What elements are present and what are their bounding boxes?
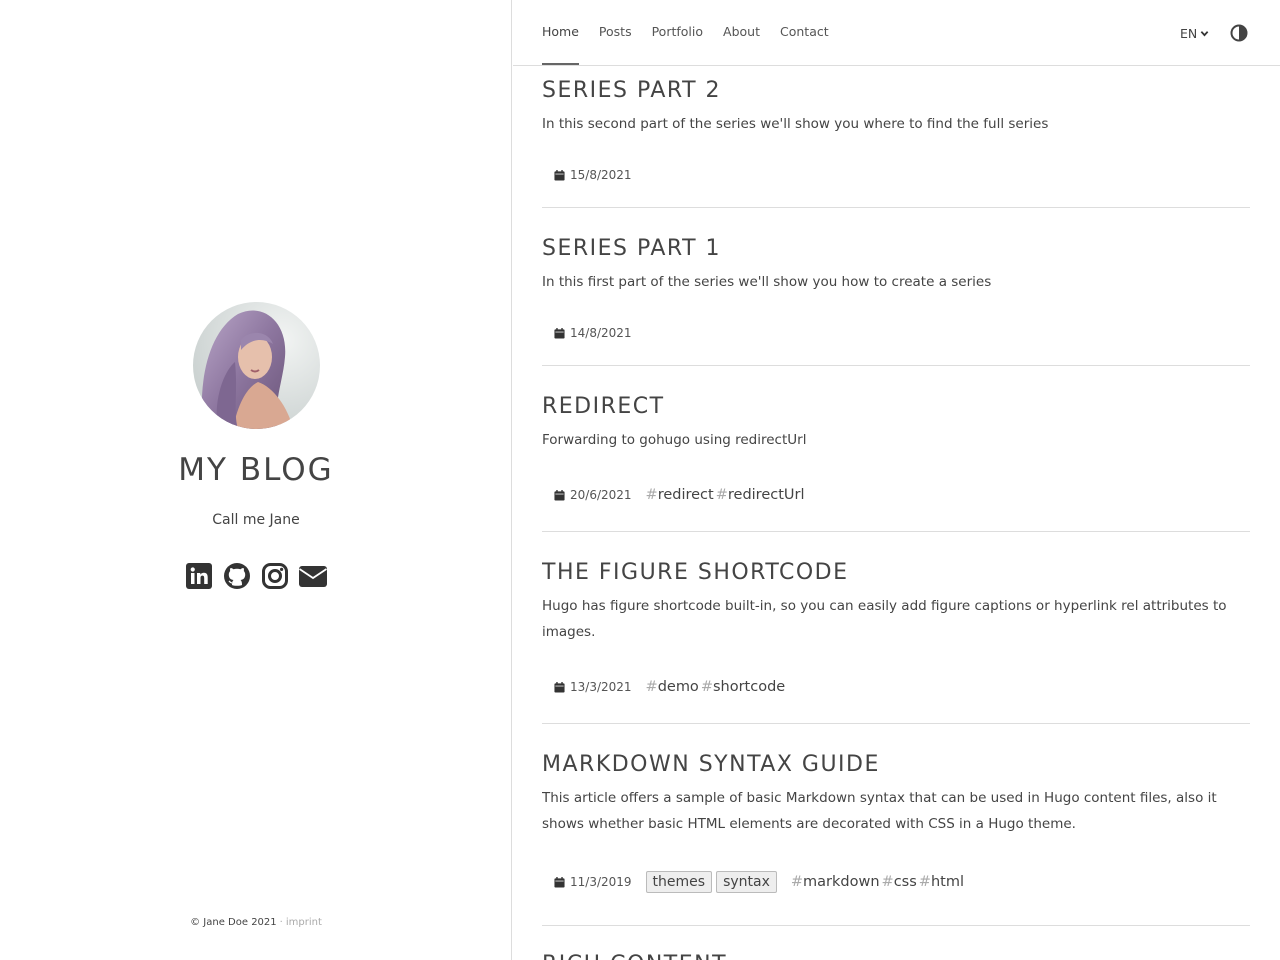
post-title[interactable]: SERIES PART 2 xyxy=(542,78,1250,103)
post-meta: 13/3/2021 #demo #shortcode xyxy=(554,679,787,695)
post-item: SERIES PART 2 In this second part of the… xyxy=(542,78,1250,208)
category-list: themes syntax xyxy=(645,871,781,893)
post-item: REDIRECT Forwarding to gohugo using redi… xyxy=(542,394,1250,532)
tag-link[interactable]: #html xyxy=(919,874,964,890)
imprint-link[interactable]: imprint xyxy=(286,917,322,928)
tag-label: markdown xyxy=(803,874,880,890)
post-title[interactable]: MARKDOWN SYNTAX GUIDE xyxy=(542,752,1250,777)
linkedin-icon[interactable] xyxy=(184,561,214,591)
post-date: 20/6/2021 xyxy=(570,488,632,502)
tag-label: demo xyxy=(657,679,699,695)
post-date: 14/8/2021 xyxy=(570,326,632,340)
calendar-icon xyxy=(554,327,565,339)
tag-label: html xyxy=(930,874,964,890)
sidebar-footer: © Jane Doe 2021 · imprint xyxy=(0,917,512,928)
nav-contact[interactable]: Contact xyxy=(780,24,829,39)
blog-title: MY BLOG xyxy=(178,452,334,488)
nav-portfolio[interactable]: Portfolio xyxy=(652,24,703,39)
post-item: SERIES PART 1 In this first part of the … xyxy=(542,236,1250,366)
avatar xyxy=(193,302,320,429)
post-title[interactable]: THE FIGURE SHORTCODE xyxy=(542,560,1250,585)
category-badge[interactable]: syntax xyxy=(716,871,777,893)
nav-about[interactable]: About xyxy=(723,24,760,39)
tag-label: redirect xyxy=(657,487,714,503)
post-item: THE FIGURE SHORTCODE Hugo has figure sho… xyxy=(542,560,1250,724)
post-summary: Hugo has figure shortcode built-in, so y… xyxy=(542,598,1227,640)
tag-link[interactable]: #redirectUrl xyxy=(716,487,805,503)
calendar-icon xyxy=(554,169,565,181)
post-title[interactable]: REDIRECT xyxy=(542,394,1250,419)
post-item: MARKDOWN SYNTAX GUIDE This article offer… xyxy=(542,752,1250,926)
post-meta: 20/6/2021 #redirect #redirectUrl xyxy=(554,487,807,503)
language-selector[interactable]: EN xyxy=(1180,26,1209,41)
tag-label: css xyxy=(893,874,917,890)
github-icon[interactable] xyxy=(222,561,252,591)
post-meta: 14/8/2021 xyxy=(554,326,646,340)
category-badge[interactable]: themes xyxy=(645,871,713,893)
sidebar: MY BLOG Call me Jane © Jane Doe 2021 · imp… xyxy=(0,0,512,960)
language-label: EN xyxy=(1180,26,1198,41)
post-title[interactable]: RICH CONTENT xyxy=(542,952,1250,960)
footer-separator: · xyxy=(279,917,283,928)
tag-label: shortcode xyxy=(712,679,786,695)
theme-toggle-icon[interactable] xyxy=(1230,24,1248,42)
post-summary: In this first part of the series we'll s… xyxy=(542,274,992,290)
calendar-icon xyxy=(554,876,565,888)
tag-link[interactable]: #redirect xyxy=(646,487,714,503)
tag-link[interactable]: #css xyxy=(882,874,917,890)
post-summary: Forwarding to gohugo using redirectUrl xyxy=(542,432,807,448)
post-item: RICH CONTENT xyxy=(542,952,1250,960)
tag-link[interactable]: #shortcode xyxy=(701,679,785,695)
post-meta: 15/8/2021 xyxy=(554,168,646,182)
post-date: 15/8/2021 xyxy=(570,168,632,182)
post-summary: This article offers a sample of basic Ma… xyxy=(542,790,1217,832)
nav-posts[interactable]: Posts xyxy=(599,24,632,39)
calendar-icon xyxy=(554,489,565,501)
envelope-icon[interactable] xyxy=(298,561,328,591)
tag-link[interactable]: #markdown xyxy=(791,874,880,890)
post-date: 13/3/2021 xyxy=(570,680,632,694)
top-navigation: Home Posts Portfolio About Contact EN xyxy=(513,0,1280,66)
nav-home[interactable]: Home xyxy=(542,24,579,65)
main-nav: Home Posts Portfolio About Contact xyxy=(542,24,829,65)
post-meta: 11/3/2019 themes syntax #markdown #css #… xyxy=(554,871,966,893)
chevron-down-icon xyxy=(1200,31,1209,37)
copyright: © Jane Doe 2021 xyxy=(190,917,277,928)
post-list: SERIES PART 2 In this second part of the… xyxy=(542,66,1250,960)
social-links xyxy=(184,560,328,592)
tag-link[interactable]: #demo xyxy=(646,679,699,695)
post-summary: In this second part of the series we'll … xyxy=(542,116,1049,132)
tagline: Call me Jane xyxy=(212,512,300,528)
post-title[interactable]: SERIES PART 1 xyxy=(542,236,1250,261)
post-date: 11/3/2019 xyxy=(570,875,632,889)
calendar-icon xyxy=(554,681,565,693)
instagram-icon[interactable] xyxy=(260,561,290,591)
tag-label: redirectUrl xyxy=(727,487,805,503)
